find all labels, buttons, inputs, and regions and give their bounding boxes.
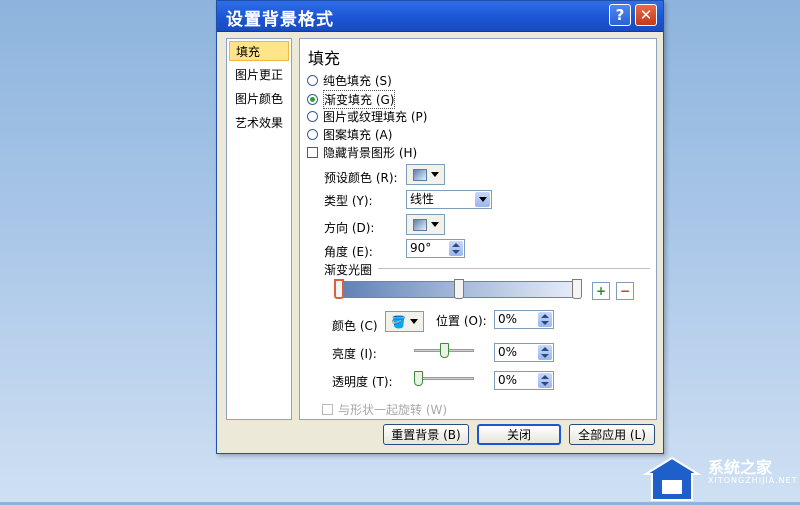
pattern-fill-radio[interactable] (307, 129, 318, 140)
preset-colors-label: 预设颜色 (R): (324, 171, 398, 185)
add-stop-icon[interactable]: + (592, 282, 610, 300)
brightness-spinner[interactable]: 0% (494, 343, 554, 362)
brightness-spin-buttons[interactable] (538, 345, 552, 360)
fill-panel: 填充 纯色填充 (S) 渐变填充 (G) 图片或纹理填充 (P) 图案填充 (A… (299, 38, 657, 420)
transparency-value: 0% (498, 373, 518, 387)
nav-item-fill[interactable]: 填充 (229, 41, 289, 61)
direction-label: 方向 (D): (324, 221, 375, 235)
watermark-site: XITONGZHIJIA.NET (708, 476, 798, 485)
rotate-with-shape-checkbox[interactable] (322, 404, 333, 415)
type-value: 线性 (410, 192, 435, 206)
brightness-value: 0% (498, 345, 518, 359)
angle-value: 90° (410, 241, 432, 255)
angle-label: 角度 (E): (324, 245, 373, 259)
hide-background-option[interactable]: 隐藏背景图形 (H) (307, 144, 417, 161)
section-divider (378, 268, 650, 269)
position-spinner[interactable]: 0% (494, 310, 554, 329)
gradient-stops-label: 渐变光圈 (324, 263, 373, 277)
spin-up-icon[interactable] (541, 314, 549, 318)
dialog-title: 设置背景格式 (226, 10, 334, 30)
solid-fill-radio[interactable] (307, 75, 318, 86)
rotate-with-shape-option[interactable]: 与形状一起旋转 (W) (322, 401, 447, 418)
help-icon[interactable]: ? (609, 4, 631, 26)
panel-heading: 填充 (308, 49, 341, 68)
picture-fill-option[interactable]: 图片或纹理填充 (P) (307, 108, 427, 125)
pattern-fill-option[interactable]: 图案填充 (A) (307, 126, 392, 143)
dropdown-arrow-icon (430, 172, 439, 177)
reset-background-button[interactable]: 重置背景 (B) (383, 424, 469, 445)
spin-up-icon[interactable] (541, 347, 549, 351)
transparency-spin-buttons[interactable] (538, 373, 552, 388)
spin-down-icon[interactable] (541, 382, 549, 386)
solid-fill-label: 纯色填充 (S) (323, 74, 392, 88)
brightness-label: 亮度 (I): (332, 347, 377, 361)
gradient-fill-option[interactable]: 渐变填充 (G) (307, 90, 396, 109)
transparency-spinner[interactable]: 0% (494, 371, 554, 390)
gradient-fill-label: 渐变填充 (G) (323, 90, 396, 109)
angle-spin-buttons[interactable] (449, 241, 463, 256)
type-select[interactable]: 线性 (406, 190, 492, 209)
close-icon[interactable]: ✕ (635, 4, 657, 26)
direction-swatch-icon (412, 218, 427, 231)
color-label: 颜色 (C) (332, 319, 378, 333)
picture-fill-label: 图片或纹理填充 (P) (323, 110, 428, 124)
position-value: 0% (498, 312, 518, 326)
spin-down-icon[interactable] (541, 321, 549, 325)
spin-down-icon[interactable] (541, 354, 549, 358)
gradient-stop-1[interactable] (334, 279, 344, 299)
title-bar[interactable]: 设置背景格式 ? ✕ (217, 1, 663, 32)
gradient-swatch-icon (412, 168, 427, 181)
type-label: 类型 (Y): (324, 194, 373, 208)
color-button[interactable]: 🪣 (385, 311, 424, 332)
apply-all-button[interactable]: 全部应用 (L) (569, 424, 655, 445)
position-spin-buttons[interactable] (538, 312, 552, 327)
dropdown-arrow-icon (409, 319, 418, 324)
nav-item-picture-color[interactable]: 图片颜色 (229, 89, 289, 109)
close-button[interactable]: 关闭 (477, 424, 561, 445)
gradient-stop-2[interactable] (454, 279, 464, 299)
position-label: 位置 (O): (436, 314, 487, 328)
solid-fill-option[interactable]: 纯色填充 (S) (307, 72, 392, 89)
chevron-down-icon (478, 197, 487, 202)
remove-stop-icon[interactable]: − (616, 282, 634, 300)
paint-bucket-icon: 🪣 (391, 314, 406, 329)
transparency-slider-thumb[interactable] (414, 371, 423, 386)
spin-up-icon[interactable] (541, 375, 549, 379)
category-nav: 填充 图片更正 图片颜色 艺术效果 (226, 38, 292, 420)
dropdown-arrow-icon (430, 222, 439, 227)
nav-item-artistic-effects[interactable]: 艺术效果 (229, 113, 289, 133)
watermark-logo: 系统之家 XITONGZHIJIA.NET (636, 452, 800, 502)
angle-spinner[interactable]: 90° (406, 239, 465, 258)
transparency-slider[interactable] (414, 377, 474, 380)
gradient-fill-radio[interactable] (307, 94, 318, 105)
hide-background-checkbox[interactable] (307, 147, 318, 158)
picture-fill-radio[interactable] (307, 111, 318, 122)
direction-button[interactable] (406, 214, 445, 235)
spin-up-icon[interactable] (452, 243, 460, 247)
rotate-with-shape-label: 与形状一起旋转 (W) (338, 403, 448, 417)
brightness-slider-thumb[interactable] (440, 343, 449, 358)
preset-colors-button[interactable] (406, 164, 445, 185)
spin-down-icon[interactable] (452, 250, 460, 254)
gradient-stop-3[interactable] (572, 279, 582, 299)
type-dropdown-button[interactable] (475, 192, 490, 207)
nav-item-picture-corrections[interactable]: 图片更正 (229, 65, 289, 85)
watermark-name: 系统之家 (708, 458, 773, 477)
hide-background-label: 隐藏背景图形 (H) (323, 146, 418, 160)
pattern-fill-label: 图案填充 (A) (323, 128, 393, 142)
format-background-dialog: 设置背景格式 ? ✕ 填充 图片更正 图片颜色 艺术效果 填充 纯色填充 (S)… (216, 0, 664, 454)
transparency-label: 透明度 (T): (332, 375, 393, 389)
house-logo-icon (642, 456, 702, 501)
